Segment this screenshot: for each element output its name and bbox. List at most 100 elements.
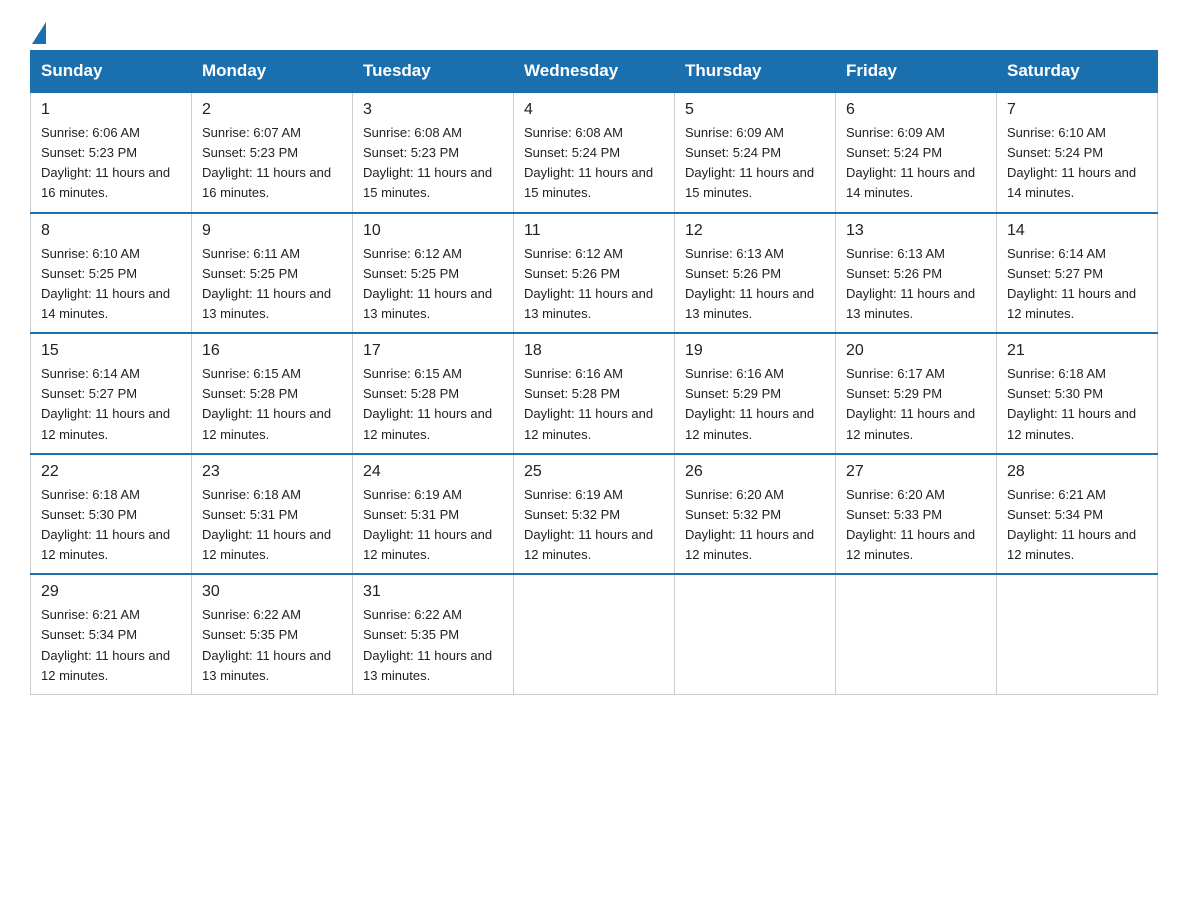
day-number: 8 [41, 222, 181, 240]
logo-triangle-icon [32, 22, 46, 44]
calendar-day-cell: 31 Sunrise: 6:22 AMSunset: 5:35 PMDayligh… [353, 574, 514, 694]
day-number: 29 [41, 583, 181, 601]
day-info: Sunrise: 6:21 AMSunset: 5:34 PMDaylight:… [1007, 485, 1147, 566]
weekday-header-friday: Friday [836, 51, 997, 93]
calendar-table: SundayMondayTuesdayWednesdayThursdayFrid… [30, 50, 1158, 695]
weekday-header-tuesday: Tuesday [353, 51, 514, 93]
day-number: 18 [524, 342, 664, 360]
day-number: 9 [202, 222, 342, 240]
day-number: 1 [41, 101, 181, 119]
weekday-header-row: SundayMondayTuesdayWednesdayThursdayFrid… [31, 51, 1158, 93]
day-number: 25 [524, 463, 664, 481]
calendar-day-cell: 23Sunrise: 6:18 AMSunset: 5:31 PMDayligh… [192, 454, 353, 575]
day-number: 20 [846, 342, 986, 360]
calendar-day-cell: 26 Sunrise: 6:20 AMSunset: 5:32 PMDayligh… [675, 454, 836, 575]
calendar-day-cell: 2 Sunrise: 6:07 AMSunset: 5:23 PMDaylight… [192, 92, 353, 213]
day-info: Sunrise: 6:08 AMSunset: 5:23 PMDaylight:… [363, 123, 503, 204]
calendar-day-cell: 27 Sunrise: 6:20 AMSunset: 5:33 PMDayligh… [836, 454, 997, 575]
day-info: Sunrise: 6:18 AMSunset: 5:30 PMDaylight:… [1007, 364, 1147, 445]
calendar-day-cell: 8Sunrise: 6:10 AMSunset: 5:25 PMDaylight… [31, 213, 192, 334]
calendar-week-row: 15Sunrise: 6:14 AMSunset: 5:27 PMDayligh… [31, 333, 1158, 454]
calendar-empty-cell [836, 574, 997, 694]
day-info: Sunrise: 6:09 AMSunset: 5:24 PMDaylight:… [685, 123, 825, 204]
calendar-day-cell: 11Sunrise: 6:12 AMSunset: 5:26 PMDayligh… [514, 213, 675, 334]
day-number: 7 [1007, 101, 1147, 119]
day-info: Sunrise: 6:14 AMSunset: 5:27 PMDaylight:… [41, 364, 181, 445]
calendar-week-row: 29 Sunrise: 6:21 AMSunset: 5:34 PMDayligh… [31, 574, 1158, 694]
weekday-header-saturday: Saturday [997, 51, 1158, 93]
day-info: Sunrise: 6:21 AMSunset: 5:34 PMDaylight:… [41, 605, 181, 686]
calendar-day-cell: 30 Sunrise: 6:22 AMSunset: 5:35 PMDayligh… [192, 574, 353, 694]
calendar-week-row: 1 Sunrise: 6:06 AMSunset: 5:23 PMDaylight… [31, 92, 1158, 213]
day-info: Sunrise: 6:07 AMSunset: 5:23 PMDaylight:… [202, 123, 342, 204]
calendar-day-cell: 18 Sunrise: 6:16 AMSunset: 5:28 PMDayligh… [514, 333, 675, 454]
day-info: Sunrise: 6:16 AMSunset: 5:29 PMDaylight:… [685, 364, 825, 445]
calendar-day-cell: 21 Sunrise: 6:18 AMSunset: 5:30 PMDayligh… [997, 333, 1158, 454]
logo [30, 20, 46, 40]
calendar-day-cell: 6 Sunrise: 6:09 AMSunset: 5:24 PMDaylight… [836, 92, 997, 213]
day-info: Sunrise: 6:13 AMSunset: 5:26 PMDaylight:… [846, 244, 986, 325]
day-info: Sunrise: 6:15 AMSunset: 5:28 PMDaylight:… [202, 364, 342, 445]
calendar-day-cell: 3 Sunrise: 6:08 AMSunset: 5:23 PMDaylight… [353, 92, 514, 213]
day-info: Sunrise: 6:13 AMSunset: 5:26 PMDaylight:… [685, 244, 825, 325]
calendar-day-cell: 25 Sunrise: 6:19 AMSunset: 5:32 PMDayligh… [514, 454, 675, 575]
day-number: 31 [363, 583, 503, 601]
day-number: 3 [363, 101, 503, 119]
weekday-header-monday: Monday [192, 51, 353, 93]
day-info: Sunrise: 6:16 AMSunset: 5:28 PMDaylight:… [524, 364, 664, 445]
day-info: Sunrise: 6:19 AMSunset: 5:31 PMDaylight:… [363, 485, 503, 566]
calendar-empty-cell [997, 574, 1158, 694]
day-number: 6 [846, 101, 986, 119]
page-header [30, 20, 1158, 40]
day-info: Sunrise: 6:11 AMSunset: 5:25 PMDaylight:… [202, 244, 342, 325]
day-number: 14 [1007, 222, 1147, 240]
day-number: 19 [685, 342, 825, 360]
day-number: 27 [846, 463, 986, 481]
weekday-header-sunday: Sunday [31, 51, 192, 93]
day-info: Sunrise: 6:08 AMSunset: 5:24 PMDaylight:… [524, 123, 664, 204]
day-info: Sunrise: 6:15 AMSunset: 5:28 PMDaylight:… [363, 364, 503, 445]
day-number: 17 [363, 342, 503, 360]
day-number: 10 [363, 222, 503, 240]
calendar-day-cell: 10 Sunrise: 6:12 AMSunset: 5:25 PMDayligh… [353, 213, 514, 334]
calendar-week-row: 22Sunrise: 6:18 AMSunset: 5:30 PMDayligh… [31, 454, 1158, 575]
calendar-day-cell: 13 Sunrise: 6:13 AMSunset: 5:26 PMDayligh… [836, 213, 997, 334]
day-number: 2 [202, 101, 342, 119]
calendar-day-cell: 1 Sunrise: 6:06 AMSunset: 5:23 PMDaylight… [31, 92, 192, 213]
day-info: Sunrise: 6:12 AMSunset: 5:26 PMDaylight:… [524, 244, 664, 325]
day-number: 13 [846, 222, 986, 240]
calendar-day-cell: 19 Sunrise: 6:16 AMSunset: 5:29 PMDayligh… [675, 333, 836, 454]
day-number: 24 [363, 463, 503, 481]
calendar-empty-cell [675, 574, 836, 694]
calendar-day-cell: 4Sunrise: 6:08 AMSunset: 5:24 PMDaylight… [514, 92, 675, 213]
calendar-day-cell: 16 Sunrise: 6:15 AMSunset: 5:28 PMDayligh… [192, 333, 353, 454]
calendar-day-cell: 7 Sunrise: 6:10 AMSunset: 5:24 PMDaylight… [997, 92, 1158, 213]
day-info: Sunrise: 6:22 AMSunset: 5:35 PMDaylight:… [363, 605, 503, 686]
day-info: Sunrise: 6:17 AMSunset: 5:29 PMDaylight:… [846, 364, 986, 445]
day-info: Sunrise: 6:12 AMSunset: 5:25 PMDaylight:… [363, 244, 503, 325]
calendar-day-cell: 5 Sunrise: 6:09 AMSunset: 5:24 PMDaylight… [675, 92, 836, 213]
day-number: 30 [202, 583, 342, 601]
day-info: Sunrise: 6:10 AMSunset: 5:24 PMDaylight:… [1007, 123, 1147, 204]
day-number: 23 [202, 463, 342, 481]
calendar-day-cell: 28Sunrise: 6:21 AMSunset: 5:34 PMDayligh… [997, 454, 1158, 575]
weekday-header-thursday: Thursday [675, 51, 836, 93]
day-info: Sunrise: 6:20 AMSunset: 5:33 PMDaylight:… [846, 485, 986, 566]
calendar-day-cell: 15Sunrise: 6:14 AMSunset: 5:27 PMDayligh… [31, 333, 192, 454]
day-number: 5 [685, 101, 825, 119]
day-info: Sunrise: 6:22 AMSunset: 5:35 PMDaylight:… [202, 605, 342, 686]
day-info: Sunrise: 6:19 AMSunset: 5:32 PMDaylight:… [524, 485, 664, 566]
calendar-day-cell: 9 Sunrise: 6:11 AMSunset: 5:25 PMDaylight… [192, 213, 353, 334]
day-info: Sunrise: 6:20 AMSunset: 5:32 PMDaylight:… [685, 485, 825, 566]
day-number: 16 [202, 342, 342, 360]
calendar-day-cell: 14Sunrise: 6:14 AMSunset: 5:27 PMDayligh… [997, 213, 1158, 334]
day-number: 26 [685, 463, 825, 481]
calendar-day-cell: 29 Sunrise: 6:21 AMSunset: 5:34 PMDayligh… [31, 574, 192, 694]
day-info: Sunrise: 6:09 AMSunset: 5:24 PMDaylight:… [846, 123, 986, 204]
calendar-day-cell: 12Sunrise: 6:13 AMSunset: 5:26 PMDayligh… [675, 213, 836, 334]
calendar-week-row: 8Sunrise: 6:10 AMSunset: 5:25 PMDaylight… [31, 213, 1158, 334]
day-info: Sunrise: 6:06 AMSunset: 5:23 PMDaylight:… [41, 123, 181, 204]
calendar-empty-cell [514, 574, 675, 694]
calendar-day-cell: 17 Sunrise: 6:15 AMSunset: 5:28 PMDayligh… [353, 333, 514, 454]
day-number: 21 [1007, 342, 1147, 360]
